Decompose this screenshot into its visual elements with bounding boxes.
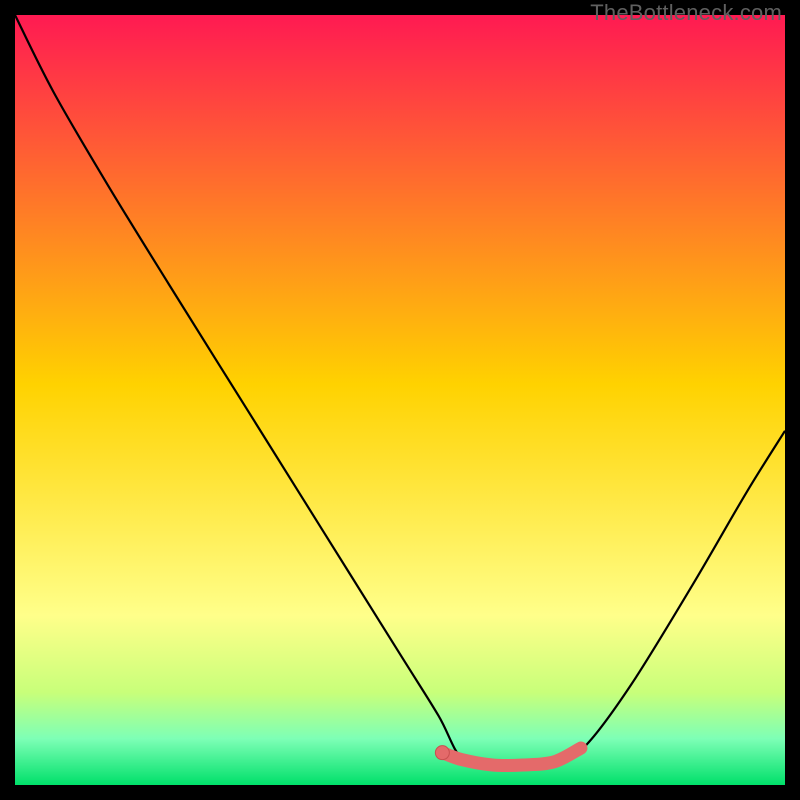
bottleneck-chart	[15, 15, 785, 785]
gradient-background	[15, 15, 785, 785]
marker-point-icon	[435, 746, 449, 760]
watermark-text: TheBottleneck.com	[590, 0, 782, 26]
